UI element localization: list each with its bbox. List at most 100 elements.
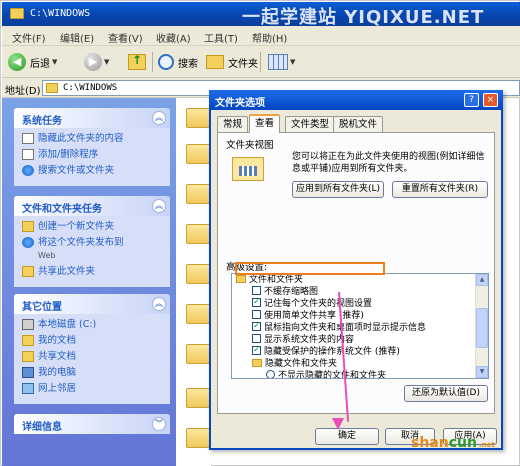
task-add-remove-programs[interactable]: 添加/删除程序 <box>22 148 164 161</box>
task-label: 创建一个新文件夹 <box>38 221 115 232</box>
collapse-icon[interactable]: ︽ <box>152 111 166 125</box>
folders-label: 文件夹 <box>228 58 258 70</box>
menu-help[interactable]: 帮助(H) <box>252 30 287 45</box>
checkbox[interactable] <box>252 344 261 356</box>
list-item[interactable]: 记住每个文件夹的视图设置 <box>232 296 476 310</box>
menu-view[interactable]: 查看(V) <box>108 30 143 45</box>
collapse-icon[interactable]: ︽ <box>152 297 166 311</box>
task-share-folder[interactable]: 共享此文件夹 <box>22 265 164 278</box>
task-publish-to-web[interactable]: 将这个文件夹发布到 Web <box>22 236 164 262</box>
list-item[interactable]: 不显示隐藏的文件和文件夹 <box>232 370 476 379</box>
place-label: 我的文档 <box>38 335 77 346</box>
list-item[interactable]: 显示系统文件夹的内容 <box>232 334 476 346</box>
logo-text-a: shan <box>411 435 449 451</box>
other-places-header[interactable]: 其它位置 ︽ <box>14 294 170 314</box>
details-panel: 详细信息 ︾ <box>14 414 170 434</box>
ok-button[interactable]: 确定 <box>315 428 379 445</box>
up-folder-button[interactable] <box>128 51 146 73</box>
globe-icon <box>22 237 34 248</box>
tab-view[interactable]: 查看 <box>249 114 281 133</box>
place-my-documents[interactable]: 我的文档 <box>22 334 164 347</box>
chevron-down-icon[interactable]: ▼ <box>52 58 57 66</box>
panel-title: 文件和文件夹任务 <box>22 204 102 215</box>
tab-offline-files[interactable]: 脱机文件 <box>333 116 384 132</box>
task-search-files[interactable]: 搜索文件或文件夹 <box>22 164 164 177</box>
list-item[interactable]: 不缓存缩略图 <box>232 286 476 298</box>
scroll-up-icon[interactable]: ▲ <box>476 274 488 286</box>
system-tasks-panel: 系统任务 ︽ 隐藏此文件夹的内容 添加/删除程序 搜索文件或文件夹 <box>14 108 170 186</box>
chevron-down-icon[interactable]: ▼ <box>104 58 109 66</box>
checkbox[interactable] <box>252 320 261 332</box>
task-label: 将这个文件夹发布到 <box>38 237 124 248</box>
place-label: 本地磁盘 (C:) <box>38 319 97 330</box>
logo-text-b: cun <box>448 435 477 451</box>
list-item-label: 不显示隐藏的文件和文件夹 <box>278 371 387 379</box>
task-label: 添加/删除程序 <box>38 149 99 160</box>
search-files-icon <box>22 165 34 176</box>
apply-to-all-folders-button[interactable]: 应用到所有文件夹(L) <box>292 181 384 198</box>
scroll-down-icon[interactable]: ▼ <box>476 366 488 378</box>
address-label: 地址(D) <box>5 86 41 97</box>
collapse-icon[interactable]: ︽ <box>152 199 166 213</box>
forward-button[interactable]: ▶ ▼ <box>84 51 109 73</box>
place-local-disk[interactable]: 本地磁盘 (C:) <box>22 318 164 331</box>
checkbox[interactable] <box>252 286 261 295</box>
menu-tools[interactable]: 工具(T) <box>204 30 238 45</box>
details-header[interactable]: 详细信息 ︾ <box>14 414 170 434</box>
panel-title: 详细信息 <box>22 422 62 433</box>
menu-file[interactable]: 文件(F) <box>12 30 46 45</box>
scrollbar[interactable]: ▲ ▼ <box>475 274 488 378</box>
menu-favorites[interactable]: 收藏(A) <box>156 30 191 45</box>
views-icon <box>268 54 288 70</box>
tab-general[interactable]: 常规 <box>217 116 249 132</box>
place-shared-documents[interactable]: 共享文档 <box>22 350 164 363</box>
menu-edit[interactable]: 编辑(E) <box>60 30 94 45</box>
forward-arrow-icon: ▶ <box>84 53 102 71</box>
folder-view-icon <box>232 157 264 181</box>
back-button[interactable]: ◀ 后退 ▼ <box>8 51 57 73</box>
list-item-label: 鼠标指向文件夹和桌面项时显示提示信息 <box>264 323 427 333</box>
help-icon[interactable]: ? <box>464 93 479 107</box>
logo-suffix: .net <box>478 441 495 449</box>
system-tasks-header[interactable]: 系统任务 ︽ <box>14 108 170 128</box>
list-item: 隐藏文件和文件夹 <box>232 358 476 370</box>
task-new-folder[interactable]: 创建一个新文件夹 <box>22 220 164 233</box>
checkbox[interactable] <box>252 310 261 319</box>
expand-icon[interactable]: ︾ <box>152 417 166 431</box>
arrow-head-icon <box>332 418 344 430</box>
radio-button[interactable] <box>266 370 275 378</box>
reset-all-folders-button[interactable]: 重置所有文件夹(R) <box>392 181 488 198</box>
search-icon <box>158 54 174 70</box>
list-item[interactable]: 使用简单文件共享 (推荐) <box>232 310 476 322</box>
file-tasks-panel: 文件和文件夹任务 ︽ 创建一个新文件夹 将这个文件夹发布到 Web 共享此文件夹 <box>14 196 170 287</box>
shared-folder-icon <box>22 351 34 362</box>
views-button[interactable]: ▼ <box>268 51 295 73</box>
advanced-settings-list[interactable]: 文件和文件夹 不缓存缩略图 记住每个文件夹的视图设置 使用简单文件共享 (推荐)… <box>231 273 489 379</box>
list-item-label: 隐藏受保护的操作系统文件 (推荐) <box>264 347 400 357</box>
task-hide-folder-contents[interactable]: 隐藏此文件夹的内容 <box>22 132 164 145</box>
new-folder-icon <box>22 221 34 232</box>
checkbox[interactable] <box>252 334 261 343</box>
title-bar[interactable]: C:\WINDOWS 一起学建站 YIQIXUE.NET <box>2 2 520 28</box>
scroll-thumb[interactable] <box>476 308 488 348</box>
folder-icon <box>252 359 262 367</box>
hide-contents-icon <box>22 133 34 144</box>
folders-button[interactable]: 文件夹 <box>206 51 258 73</box>
documents-folder-icon <box>22 335 34 346</box>
tab-file-types[interactable]: 文件类型 <box>285 116 336 132</box>
place-network[interactable]: 网上邻居 <box>22 382 164 395</box>
dialog-title: 文件夹选项 <box>215 98 265 109</box>
checkbox[interactable] <box>252 296 261 308</box>
highlight-annotation <box>235 262 385 275</box>
file-tasks-header[interactable]: 文件和文件夹任务 ︽ <box>14 196 170 216</box>
place-my-computer[interactable]: 我的电脑 <box>22 366 164 379</box>
restore-defaults-button[interactable]: 还原为默认值(D) <box>404 385 488 402</box>
chevron-down-icon[interactable]: ▼ <box>290 58 295 66</box>
dialog-title-bar[interactable]: 文件夹选项 ? × <box>209 90 503 110</box>
place-label: 我的电脑 <box>38 367 77 378</box>
close-icon[interactable]: × <box>483 93 498 107</box>
back-arrow-icon: ◀ <box>8 53 26 71</box>
search-button[interactable]: 搜索 <box>158 51 198 73</box>
list-item[interactable]: 鼠标指向文件夹和桌面项时显示提示信息 <box>232 320 476 334</box>
list-item[interactable]: 隐藏受保护的操作系统文件 (推荐) <box>232 344 476 358</box>
